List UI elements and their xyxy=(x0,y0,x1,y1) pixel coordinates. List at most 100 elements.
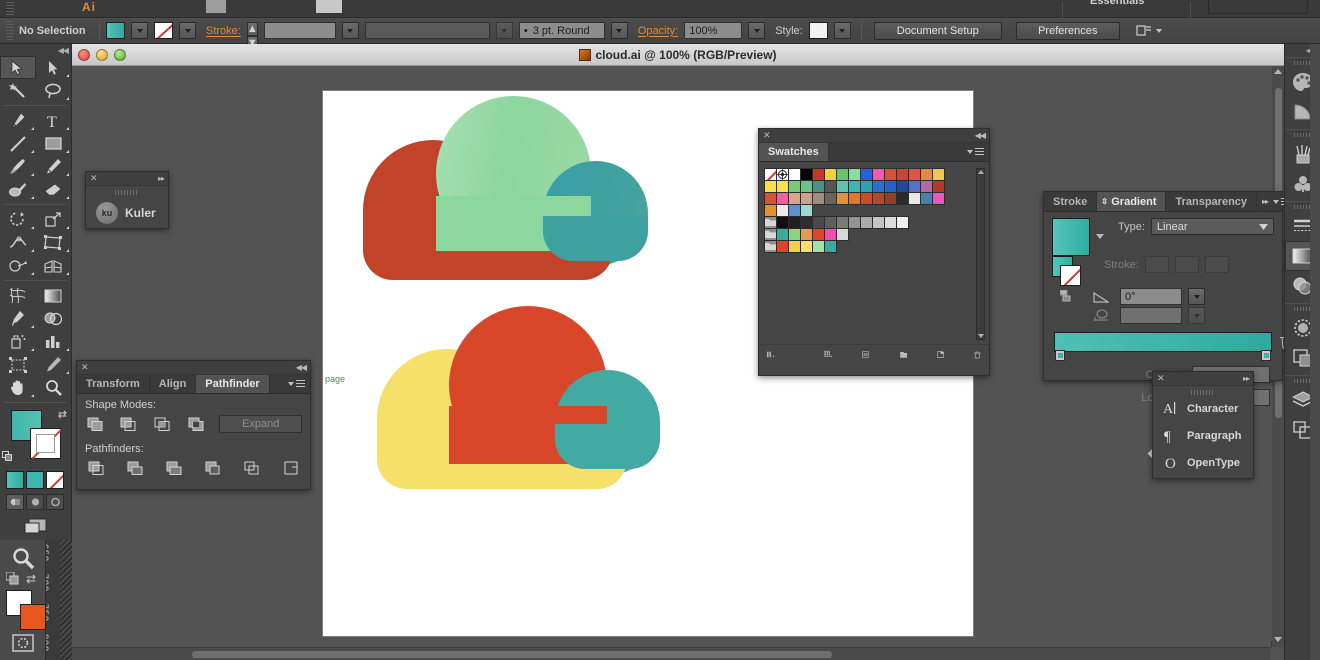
fill-color-swatch[interactable] xyxy=(106,22,125,39)
opacity-field[interactable]: 100% xyxy=(684,22,742,39)
pathfinder-minus-back-button[interactable] xyxy=(280,458,302,478)
swatches-grid[interactable] xyxy=(764,168,968,252)
tool-slice[interactable] xyxy=(36,353,72,376)
change-screen-mode-button[interactable] xyxy=(0,512,71,540)
swatches-grid-area[interactable] xyxy=(759,162,989,344)
color-mode-button[interactable] xyxy=(6,471,24,489)
opacity-label[interactable]: Opacity: xyxy=(638,25,678,37)
opacity-dropdown[interactable] xyxy=(748,22,765,39)
pathfinder-panel-menu[interactable] xyxy=(283,375,310,393)
stroke-within-button[interactable] xyxy=(1145,256,1169,273)
stroke-color-dropdown[interactable] xyxy=(179,22,196,39)
gradient-aspect-field[interactable] xyxy=(1120,307,1182,324)
stroke-weight-stepper[interactable]: ▲▼ xyxy=(247,22,258,39)
pathfinder-divide-button[interactable] xyxy=(85,458,107,478)
tool-line-segment[interactable] xyxy=(0,132,36,155)
tab-swatches[interactable]: Swatches xyxy=(759,143,829,161)
panel-item-paragraph[interactable]: ¶ Paragraph xyxy=(1153,422,1253,449)
gradient-type-select[interactable]: Linear xyxy=(1151,218,1274,235)
document-title-bar[interactable]: cloud.ai @ 100% (RGB/Preview) xyxy=(72,44,1284,66)
search-help-field[interactable] xyxy=(1208,0,1308,14)
none-mode-button[interactable] xyxy=(46,471,64,489)
control-bar-grip[interactable] xyxy=(6,21,13,41)
dock-scrollbar[interactable] xyxy=(1310,44,1320,660)
graphic-style-dropdown[interactable] xyxy=(834,22,851,39)
quick-mask-button[interactable] xyxy=(0,630,45,652)
tab-transform[interactable]: Transform xyxy=(77,375,150,393)
close-icon[interactable]: ✕ xyxy=(763,131,771,140)
close-icon[interactable]: ✕ xyxy=(1157,374,1165,383)
collapse-icon[interactable]: ◀◀ xyxy=(975,131,985,140)
stroke-swatch-proxy[interactable] xyxy=(30,428,61,459)
preferences-button[interactable]: Preferences xyxy=(1016,22,1120,40)
panel-item-opentype[interactable]: O OpenType xyxy=(1153,449,1253,476)
expand-icon[interactable]: ▸▸ xyxy=(1243,374,1249,383)
variable-width-profile-field[interactable] xyxy=(365,22,490,39)
expand-icon[interactable]: ▸▸ xyxy=(1262,197,1268,206)
secondary-background-swatch[interactable] xyxy=(20,604,46,630)
tool-type[interactable]: T xyxy=(36,109,72,132)
tab-align[interactable]: Align xyxy=(150,375,197,393)
tool-rotate[interactable] xyxy=(0,208,36,231)
gradient-slider[interactable] xyxy=(1054,332,1272,352)
gradient-fill-stroke-proxy[interactable] xyxy=(1052,256,1082,286)
kuler-grip[interactable] xyxy=(115,190,139,195)
reverse-gradient-icon[interactable] xyxy=(1052,290,1082,303)
show-swatch-kinds-menu-icon[interactable] xyxy=(824,348,832,361)
pathfinder-trim-button[interactable] xyxy=(124,458,146,478)
fill-color-dropdown[interactable] xyxy=(131,22,148,39)
horizontal-scrollbar[interactable] xyxy=(72,647,1271,660)
swatches-scrollbar[interactable] xyxy=(976,168,985,340)
workspace-switcher[interactable]: Essentials xyxy=(1090,0,1144,7)
close-icon[interactable]: ✕ xyxy=(81,363,89,372)
gradient-stop-start[interactable] xyxy=(1055,350,1065,361)
tool-symbol-sprayer[interactable] xyxy=(0,330,36,353)
tool-pencil[interactable] xyxy=(36,155,72,178)
gradient-mode-button[interactable] xyxy=(26,471,44,489)
gradient-fill-thumbnail[interactable] xyxy=(1052,218,1090,256)
artwork-cloud-bottom[interactable] xyxy=(377,306,667,486)
stroke-weight-field[interactable] xyxy=(264,22,336,39)
new-color-group-icon[interactable] xyxy=(900,348,908,361)
expand-icon[interactable]: ▸▸ xyxy=(158,174,164,183)
tool-shape-builder[interactable] xyxy=(0,254,36,277)
swatch-options-icon[interactable] xyxy=(862,348,869,361)
swatch-none[interactable] xyxy=(764,168,777,181)
scroll-down-arrow[interactable] xyxy=(1272,634,1284,645)
tools-collapse-icon[interactable]: ◀◀ xyxy=(58,46,68,55)
tool-zoom[interactable] xyxy=(36,376,72,399)
variable-width-profile-dropdown[interactable] xyxy=(496,22,513,39)
tool-eraser[interactable] xyxy=(36,178,72,201)
tool-hand[interactable] xyxy=(0,376,36,399)
tool-perspective-grid[interactable] xyxy=(36,254,72,277)
tool-blob-brush[interactable] xyxy=(0,178,36,201)
stroke-along-button[interactable] xyxy=(1175,256,1199,273)
gradient-aspect-dropdown[interactable] xyxy=(1188,307,1205,324)
delete-swatch-icon[interactable] xyxy=(974,348,981,362)
artwork-cloud-top[interactable] xyxy=(363,96,653,276)
tab-gradient[interactable]: ⇳ Gradient xyxy=(1097,192,1166,211)
tool-eyedropper[interactable] xyxy=(0,307,36,330)
gradient-angle-dropdown[interactable] xyxy=(1188,288,1205,305)
pathfinder-intersect-button[interactable] xyxy=(152,414,173,434)
gradient-presets-dropdown[interactable] xyxy=(1096,234,1104,239)
default-colors-icon[interactable] xyxy=(6,572,20,586)
scroll-up-arrow[interactable] xyxy=(1274,69,1282,74)
pathfinder-merge-button[interactable] xyxy=(163,458,185,478)
control-bar-overflow[interactable] xyxy=(1136,24,1162,38)
tool-direct-selection[interactable] xyxy=(36,56,72,79)
draw-normal-button[interactable] xyxy=(6,494,24,510)
draw-inside-button[interactable] xyxy=(46,494,64,510)
pathfinder-exclude-button[interactable] xyxy=(186,414,207,434)
swap-colors-icon[interactable]: ⇄ xyxy=(26,572,36,586)
collapse-icon[interactable]: ◀◀ xyxy=(296,363,306,372)
stroke-weight-dropdown[interactable] xyxy=(342,22,359,39)
tab-stroke[interactable]: Stroke xyxy=(1044,192,1097,211)
type-panels-grip[interactable] xyxy=(1191,390,1215,395)
tool-paintbrush[interactable] xyxy=(0,155,36,178)
tool-zoom-secondary[interactable] xyxy=(0,540,45,570)
swatch-libraries-menu-icon[interactable] xyxy=(767,348,776,361)
gradient-angle-field[interactable]: 0° xyxy=(1120,288,1182,305)
tool-mesh[interactable] xyxy=(0,284,36,307)
pathfinder-unite-button[interactable] xyxy=(85,414,106,434)
